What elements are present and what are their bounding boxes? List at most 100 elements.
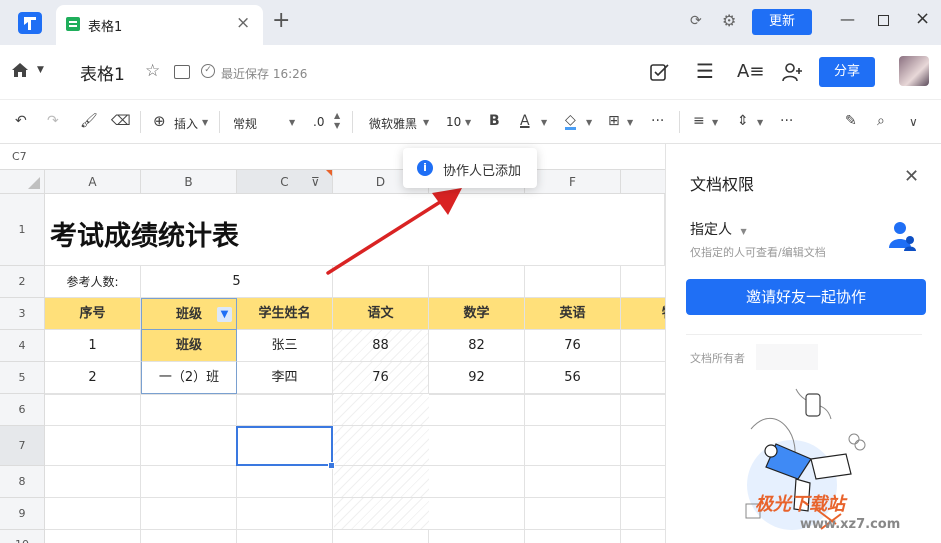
table-cell[interactable]: 张三 — [237, 330, 333, 362]
avatar[interactable] — [899, 56, 929, 86]
column-header-f[interactable]: F — [525, 170, 621, 194]
hatched-cell[interactable] — [334, 426, 429, 465]
chevron-down-icon[interactable]: ▼ — [541, 118, 547, 127]
chevron-down-icon[interactable]: ▼ — [740, 227, 746, 236]
column-header-c[interactable]: C ⊽ — [237, 170, 333, 194]
chevron-down-icon[interactable]: ∨ — [909, 115, 918, 129]
table-cell[interactable]: 1 — [45, 330, 141, 362]
tab-close-icon[interactable]: × — [236, 13, 250, 33]
table-cell[interactable]: 56 — [525, 362, 621, 394]
move-to-folder-icon[interactable] — [174, 65, 190, 79]
row-header-3[interactable]: 3 — [0, 298, 45, 330]
menu-icon[interactable]: ☰ — [696, 59, 714, 83]
document-tab[interactable]: 表格1 × — [56, 5, 263, 45]
redo-icon[interactable]: ↷ — [47, 113, 59, 129]
assignee-option[interactable]: 指定人 ▼ — [690, 219, 747, 239]
app-logo-icon[interactable] — [17, 11, 43, 35]
grid-cell[interactable] — [525, 266, 621, 298]
header-cell-chinese[interactable]: 语文 — [333, 298, 429, 330]
decimal-stepper-icon[interactable]: ▲ ▼ — [334, 111, 340, 131]
filter-active-icon[interactable]: ▼ — [217, 307, 232, 322]
eraser-icon[interactable]: ⌫ — [111, 113, 131, 129]
insert-icon[interactable]: ⊕ — [153, 112, 166, 130]
font-color-icon[interactable]: A — [520, 113, 530, 129]
undo-icon[interactable]: ↶ — [15, 113, 27, 129]
hatched-cell[interactable] — [334, 394, 429, 425]
clear-format-icon[interactable]: ✎ — [845, 113, 857, 129]
minimize-icon[interactable]: — — [840, 10, 855, 28]
name-box[interactable]: C7 — [0, 144, 665, 170]
filter-menu-icon[interactable]: ⊽ — [311, 170, 320, 194]
new-tab-button[interactable]: + — [272, 10, 290, 32]
more-icon[interactable]: ··· — [651, 113, 664, 129]
chevron-down-icon[interactable]: ▼ — [627, 118, 633, 127]
table-cell[interactable]: 92 — [429, 362, 525, 394]
chevron-down-icon[interactable]: ▼ — [465, 118, 471, 127]
format-painter-icon[interactable]: 🖌 — [80, 113, 98, 129]
insert-menu[interactable]: 插入 — [174, 115, 198, 132]
row-header-6[interactable]: 6 — [0, 394, 45, 426]
header-cell-math[interactable]: 数学 — [429, 298, 525, 330]
fill-color-icon[interactable]: ◇ — [565, 113, 576, 130]
row-header-4[interactable]: 4 — [0, 330, 45, 362]
edit-check-icon[interactable] — [650, 62, 670, 82]
row-header-10[interactable]: 10 — [0, 530, 45, 543]
bold-icon[interactable]: B — [489, 113, 500, 129]
select-all-corner[interactable] — [0, 170, 45, 194]
border-icon[interactable]: ⊞ — [608, 113, 620, 129]
chevron-down-icon[interactable]: ▼ — [757, 118, 763, 127]
font-size-select[interactable]: 10 — [446, 115, 461, 129]
chevron-down-icon[interactable]: ▼ — [202, 118, 208, 127]
header-cell-index[interactable]: 序号 — [45, 298, 141, 330]
grid-cell[interactable] — [621, 266, 665, 298]
sync-icon[interactable]: ⟳ — [690, 13, 702, 29]
share-button[interactable]: 分享 — [819, 57, 875, 87]
row-header-9[interactable]: 9 — [0, 498, 45, 530]
table-cell[interactable]: 88 — [333, 330, 429, 362]
number-format-select[interactable]: 常规 — [233, 115, 257, 132]
table-cell[interactable]: 7 — [621, 362, 665, 394]
close-icon[interactable]: ✕ — [904, 166, 919, 187]
chevron-down-icon[interactable]: ▼ — [586, 118, 592, 127]
column-header-g[interactable] — [621, 170, 665, 194]
chevron-down-icon[interactable]: ▼ — [37, 65, 44, 75]
close-window-icon[interactable]: × — [915, 8, 930, 29]
invite-collaborators-button[interactable]: 邀请好友一起协作 — [686, 279, 926, 315]
chevron-down-icon[interactable]: ▼ — [712, 118, 718, 127]
document-title[interactable]: 表格1 — [80, 60, 125, 85]
header-cell-physics[interactable]: 物 — [621, 298, 665, 330]
star-icon[interactable]: ☆ — [145, 61, 160, 81]
row-header-7[interactable]: 7 — [0, 426, 45, 466]
font-family-select[interactable]: 微软雅黑 — [369, 115, 417, 132]
table-cell[interactable]: 76 — [333, 362, 429, 394]
more-icon[interactable]: ··· — [780, 113, 793, 129]
header-cell-english[interactable]: 英语 — [525, 298, 621, 330]
row-header-8[interactable]: 8 — [0, 466, 45, 498]
decimal-places[interactable]: .0 — [313, 115, 324, 129]
hatched-cell[interactable] — [334, 466, 429, 497]
collaborator-icon[interactable] — [781, 62, 803, 82]
search-icon[interactable]: ⌕ — [877, 113, 885, 129]
home-icon[interactable] — [12, 63, 28, 77]
table-cell[interactable]: 2 — [45, 362, 141, 394]
gear-icon[interactable]: ⚙ — [722, 11, 736, 30]
table-cell[interactable]: 一（2）班 — [141, 362, 237, 394]
table-cell[interactable]: 李四 — [237, 362, 333, 394]
hatched-cell[interactable] — [334, 498, 429, 529]
column-header-b[interactable]: B — [141, 170, 237, 194]
maximize-icon[interactable] — [878, 15, 889, 26]
update-button[interactable]: 更新 — [752, 9, 812, 35]
row-header-1[interactable]: 1 — [0, 194, 45, 266]
table-cell[interactable]: 82 — [429, 330, 525, 362]
chevron-down-icon[interactable]: ▼ — [289, 118, 295, 127]
column-header-a[interactable]: A — [45, 170, 141, 194]
header-cell-name[interactable]: 学生姓名 — [237, 298, 333, 330]
row-header-5[interactable]: 5 — [0, 362, 45, 394]
header-cell-class[interactable]: 班级 ▼ — [141, 298, 237, 330]
participants-value-cell[interactable]: 5 — [141, 266, 333, 298]
table-cell[interactable]: 班级 — [141, 330, 237, 362]
vertical-align-icon[interactable]: ⇕ — [737, 113, 749, 129]
row-header-2[interactable]: 2 — [0, 266, 45, 298]
table-cell[interactable]: 76 — [525, 330, 621, 362]
align-icon[interactable]: ≡ — [693, 113, 705, 129]
